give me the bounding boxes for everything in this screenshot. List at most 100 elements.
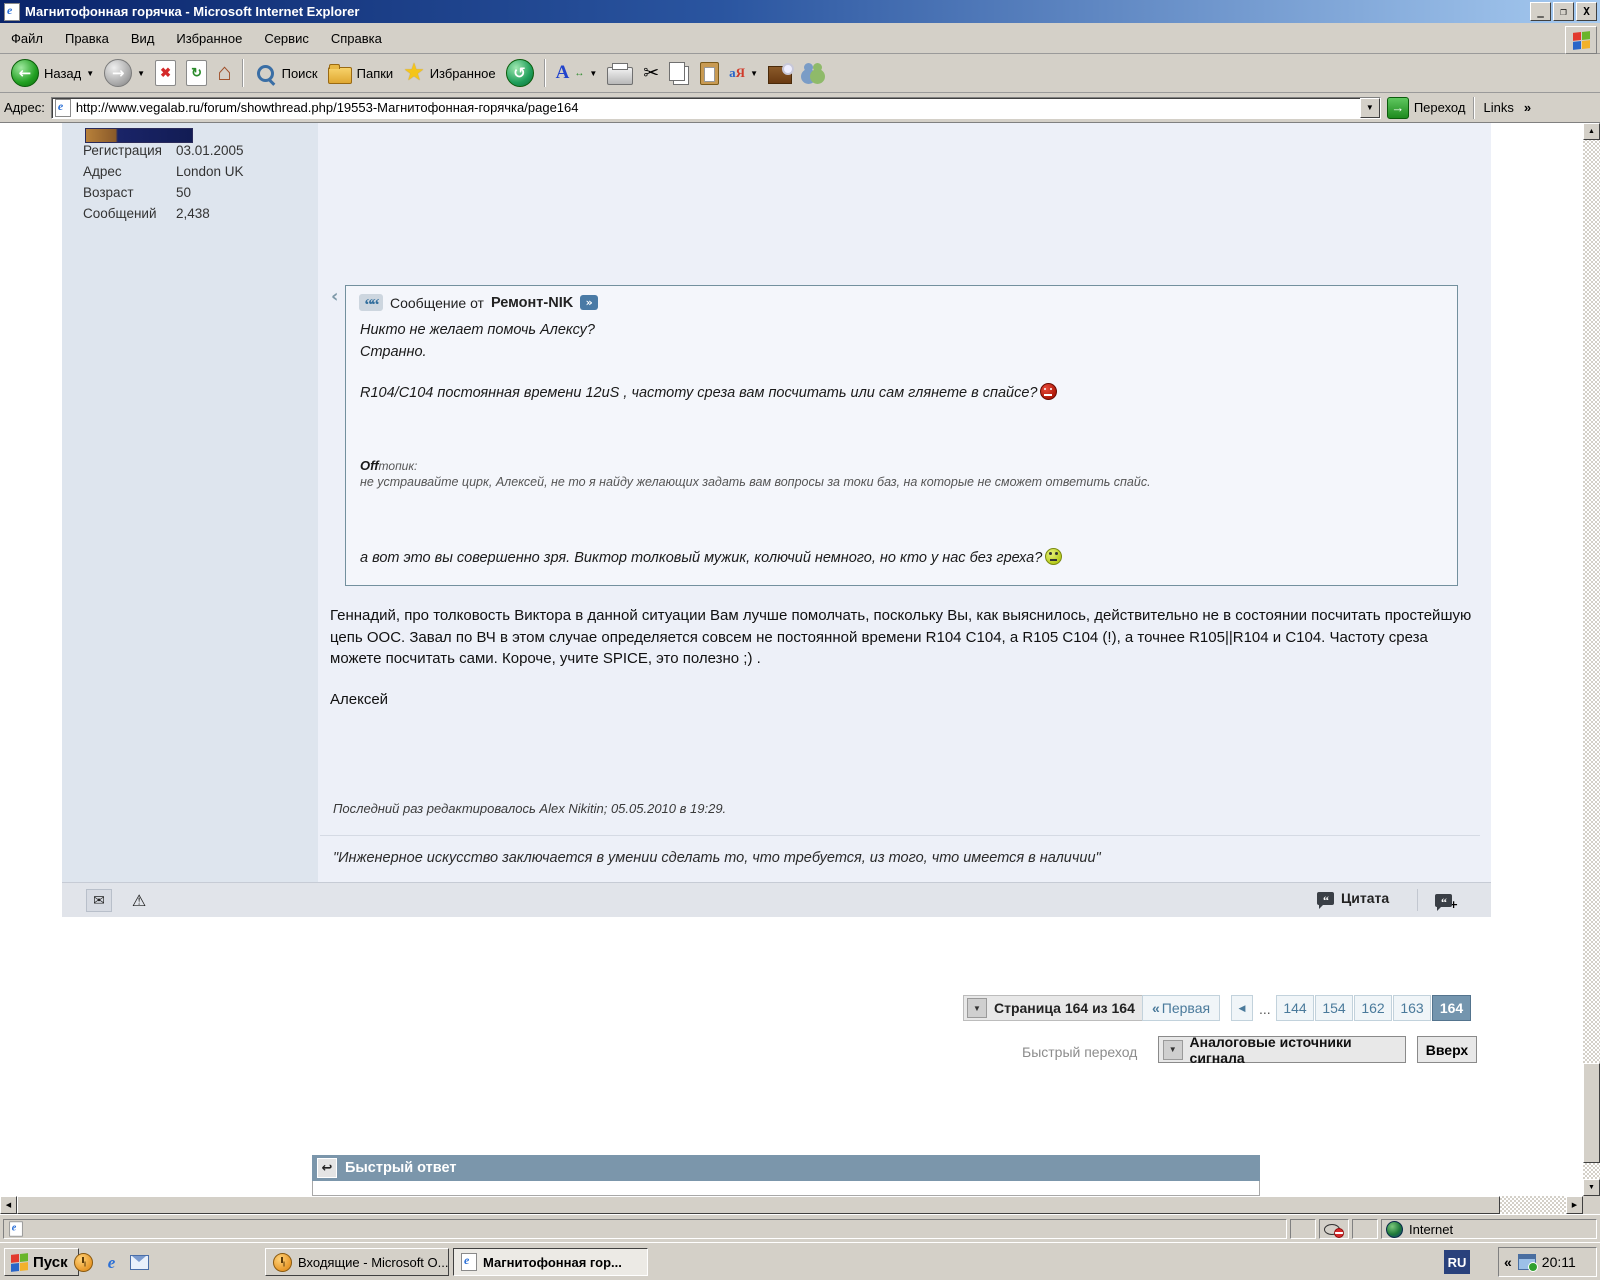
history-button[interactable]: ↺ (501, 56, 539, 90)
language-indicator[interactable]: RU (1444, 1250, 1470, 1274)
address-label: Адрес: (4, 100, 45, 115)
paste-button[interactable] (695, 56, 724, 90)
horizontal-scroll-thumb[interactable] (17, 1196, 1500, 1214)
status-page-icon (9, 1221, 23, 1236)
cut-button[interactable]: ✂ (638, 56, 664, 90)
go-button[interactable]: → Переход (1387, 97, 1466, 119)
status-panel (1352, 1219, 1378, 1239)
scroll-left-button[interactable]: ◀ (0, 1196, 17, 1214)
fonts-button[interactable]: A ↔ ▼ (551, 56, 603, 90)
current-page-badge: 164 (1432, 995, 1471, 1021)
report-button[interactable]: ⚠ (126, 889, 152, 912)
quick-reply-editor[interactable] (312, 1181, 1260, 1196)
view-post-button[interactable]: » (580, 295, 598, 310)
multi-quote-button[interactable]: “ + (1435, 890, 1458, 911)
quote-header: ““ Сообщение от Ремонт-NIK » (359, 294, 598, 311)
back-label: Назад (44, 66, 81, 81)
forward-button[interactable]: → ▼ (99, 56, 150, 90)
folders-button[interactable]: Папки (323, 56, 399, 90)
url-dropdown-button[interactable]: ▼ (1360, 98, 1380, 118)
page-link[interactable]: 163 (1393, 995, 1431, 1021)
fonts-dropdown-icon[interactable]: ▼ (589, 69, 597, 78)
quote-author: Ремонт-NIK (491, 295, 573, 311)
links-label[interactable]: Links (1483, 100, 1513, 115)
scroll-right-button[interactable]: ▶ (1566, 1196, 1583, 1214)
menu-file[interactable]: Файл (0, 31, 54, 46)
page-info-dropdown[interactable]: ▼ Страница 164 из 164 (963, 995, 1145, 1021)
menu-tools[interactable]: Сервис (253, 31, 320, 46)
reply-arrow-icon: ↩ (317, 1158, 337, 1178)
task-button-inbox[interactable]: Входящие - Microsoft O... (265, 1248, 449, 1276)
refresh-icon: ↻ (186, 60, 207, 86)
url-input[interactable]: http://www.vegalab.ru/forum/showthread.p… (51, 97, 1381, 119)
first-page-button[interactable]: « Первая (1142, 995, 1220, 1021)
last-edited-note: Последний раз редактировалось Alex Nikit… (333, 801, 726, 816)
menu-view[interactable]: Вид (120, 31, 166, 46)
messenger-button[interactable] (797, 56, 831, 90)
horizontal-scrollbar[interactable]: ◀ ▶ (0, 1196, 1583, 1214)
menu-edit[interactable]: Правка (54, 31, 120, 46)
scroll-up-button[interactable]: ▲ (1583, 123, 1600, 140)
quote-header-prefix: Сообщение от (390, 295, 484, 311)
scroll-top-button[interactable]: Вверх (1417, 1036, 1477, 1063)
messenger-icon (802, 63, 826, 83)
ie-window-icon (4, 3, 20, 21)
quote-corner-chevron-icon: ‹ (331, 286, 338, 307)
post-message-text: Геннадий, про толковость Виктора в данно… (330, 605, 1472, 670)
links-chevron-icon[interactable]: » (1524, 100, 1531, 115)
scroll-down-button[interactable]: ▼ (1583, 1179, 1600, 1196)
status-bar: Internet (0, 1214, 1600, 1242)
search-button[interactable]: Поиск (249, 56, 323, 90)
back-button[interactable]: ← Назад ▼ (6, 56, 99, 90)
post-body-cell: ‹ ““ Сообщение от Ремонт-NIK » Никто не … (318, 123, 1491, 882)
refresh-button[interactable]: ↻ (181, 56, 212, 90)
quicklaunch-ie[interactable]: e (102, 1253, 121, 1272)
translate-dropdown-icon[interactable]: ▼ (750, 69, 758, 78)
quote-line: Странно. (360, 344, 427, 360)
browser-viewport: Регистрация 03.01.2005 Адрес London UK В… (0, 123, 1583, 1196)
folders-label: Папки (357, 66, 394, 81)
back-dropdown-icon[interactable]: ▼ (86, 69, 94, 78)
quicklaunch-outlook[interactable] (74, 1253, 93, 1272)
email-button[interactable]: ✉ (86, 889, 112, 912)
quick-reply-header[interactable]: ↩ Быстрый ответ (312, 1155, 1260, 1181)
start-button[interactable]: Пуск (4, 1248, 79, 1276)
close-button[interactable]: X (1576, 2, 1597, 21)
restore-button[interactable]: ❐ (1553, 2, 1574, 21)
page-link[interactable]: 154 (1315, 995, 1353, 1021)
menu-favorites[interactable]: Избранное (165, 31, 253, 46)
forum-jump-dropdown[interactable]: ▼ Аналоговые источники сигнала (1158, 1036, 1406, 1063)
offtopic-text: не устраивайте цирк, Алексей, не то я на… (360, 475, 1151, 489)
favorites-button[interactable]: ★ Избранное (398, 56, 500, 90)
go-label: Переход (1414, 100, 1466, 115)
dictionary-button[interactable] (763, 56, 797, 90)
menu-help[interactable]: Справка (320, 31, 393, 46)
prev-page-button[interactable]: ◀ (1231, 995, 1253, 1021)
translate-button[interactable]: аЯ▼ (724, 56, 763, 90)
privacy-report-panel[interactable] (1319, 1219, 1349, 1239)
search-label: Поиск (282, 66, 318, 81)
copy-button[interactable] (664, 56, 695, 90)
task-label: Входящие - Microsoft O... (298, 1255, 448, 1270)
vertical-scrollbar[interactable]: ▲ ▼ (1583, 123, 1600, 1196)
reply-quote-button[interactable]: “ Цитата (1317, 890, 1389, 906)
signature-divider (320, 835, 1480, 836)
quick-jump-label: Быстрый переход (1022, 1044, 1137, 1060)
tray-collapse-chevron[interactable]: « (1504, 1254, 1512, 1270)
toolbar-separator (242, 59, 244, 87)
minimize-button[interactable]: _ (1530, 2, 1551, 21)
print-button[interactable] (602, 56, 638, 90)
ie-e-icon: e (108, 1253, 116, 1273)
home-button[interactable]: ⌂ (212, 56, 237, 90)
scissors-icon: ✂ (643, 62, 659, 85)
stop-button[interactable]: ✖ (150, 56, 181, 90)
taskbar: Пуск e Входящие - Microsoft O... Магнито… (0, 1242, 1600, 1280)
windows-update-tray-icon[interactable] (1518, 1254, 1536, 1270)
task-button-thread[interactable]: Магнитофонная гор... (453, 1248, 648, 1276)
quicklaunch-outlook-express[interactable] (130, 1253, 149, 1272)
search-icon (257, 65, 274, 82)
page-link[interactable]: 162 (1354, 995, 1392, 1021)
vertical-scroll-thumb[interactable] (1583, 1063, 1600, 1163)
page-link[interactable]: 144 (1276, 995, 1314, 1021)
forward-dropdown-icon[interactable]: ▼ (137, 69, 145, 78)
